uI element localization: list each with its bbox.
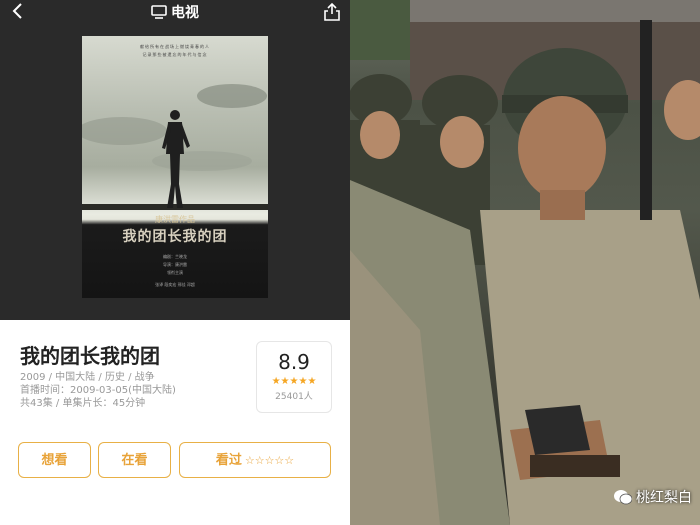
rating-votes: 25401人 [275, 392, 313, 402]
watermark-text: 桃红梨白 [636, 490, 692, 506]
poster-staff-3: 领衔主演 [167, 270, 183, 275]
rating-card[interactable]: 8.9 ★★★★★ 25401人 [256, 341, 332, 413]
tv-icon [151, 5, 167, 19]
meta-premiere: 首播时间：2009-03-05(中国大陆) [20, 385, 176, 396]
show-meta: 2009 / 中国大陆 / 历史 / 战争 首播时间：2009-03-05(中国… [20, 371, 176, 410]
poster-staff-4: 张译 段奕宏 邢佳 邓超 [155, 282, 195, 287]
tv-detail-panel: 电视 献给所有在战场上燃烧青春的人 记录那些被遗忘的年代与信念 康洪雷作品 我的… [0, 0, 350, 525]
nav-bar: 电视 [0, 0, 350, 24]
poster-maker: 康洪雷作品 [155, 215, 195, 224]
still-photo: 桃红梨白 [350, 0, 700, 525]
poster-credit-2: 记录那些被遗忘的年代与信念 [142, 52, 208, 57]
want-to-watch-button[interactable]: 想看 [18, 442, 91, 478]
watched-rating-stars[interactable]: ☆☆☆☆☆ [245, 454, 294, 467]
nav-title: 电视 [0, 2, 350, 22]
poster-staff-1: 编剧：兰晓龙 [163, 254, 187, 259]
meta-episodes: 共43集 / 单集片长：45分钟 [20, 398, 146, 409]
poster-title: 我的团长我的团 [122, 229, 228, 245]
wechat-icon [614, 490, 632, 505]
meta-year-genre: 2009 / 中国大陆 / 历史 / 战争 [20, 372, 155, 383]
share-icon[interactable] [322, 0, 342, 22]
still-photo-art [350, 0, 700, 525]
show-title: 我的团长我的团 [20, 344, 160, 368]
poster-staff-2: 导演：康洪雷 [163, 262, 187, 267]
watched-button[interactable]: 看过 ☆☆☆☆☆ [179, 442, 331, 478]
poster-image[interactable]: 献给所有在战场上燃烧青春的人 记录那些被遗忘的年代与信念 康洪雷作品 我的团长我… [82, 36, 268, 298]
rating-score: 8.9 [278, 350, 310, 374]
rating-stars: ★★★★★ [271, 376, 317, 387]
watching-button[interactable]: 在看 [98, 442, 171, 478]
watched-label: 看过 [215, 453, 242, 468]
poster-credit-1: 献给所有在战场上燃烧青春的人 [140, 44, 210, 49]
watermark: 桃红梨白 [614, 487, 692, 507]
nav-title-text: 电视 [171, 5, 199, 21]
